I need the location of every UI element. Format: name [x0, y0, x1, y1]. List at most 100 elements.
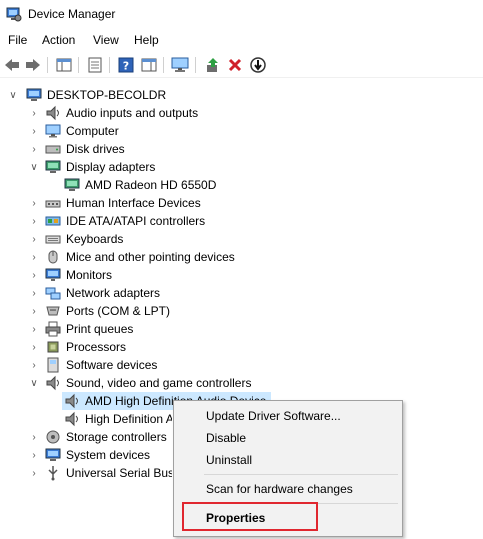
expand-chevron-icon[interactable]: ›: [29, 194, 39, 212]
tree-item-computer[interactable]: › Computer: [0, 122, 483, 140]
ide-controller-icon: [45, 216, 61, 226]
menu-item-scan-hardware[interactable]: Scan for hardware changes: [206, 482, 353, 496]
toolbar-separator: [47, 57, 48, 73]
menu-separator: [204, 474, 398, 475]
toolbar-separator: [78, 57, 79, 73]
device-manager-icon: [6, 7, 22, 22]
expand-chevron-icon[interactable]: ›: [29, 356, 39, 374]
menu-view[interactable]: View: [93, 33, 119, 47]
expand-chevron-icon[interactable]: ›: [29, 248, 39, 266]
tree-item-audio-inputs[interactable]: › Audio inputs and outputs: [0, 104, 483, 122]
collapse-chevron-icon[interactable]: ∨: [29, 374, 39, 392]
tree-item-label: Network adapters: [66, 286, 161, 300]
keyboard-icon: [45, 235, 61, 244]
tree-root[interactable]: ∨ DESKTOP-BECOLDR: [0, 86, 483, 104]
update-driver-icon: [207, 58, 218, 72]
red-x-icon: [228, 58, 242, 72]
menu-help[interactable]: Help: [134, 33, 159, 47]
tree-item-amd-radeon[interactable]: AMD Radeon HD 6550D: [0, 176, 483, 194]
svg-text:?: ?: [123, 60, 129, 73]
tree-item-storage-controllers[interactable]: › Storage controllers: [0, 428, 172, 446]
tree-item-label: Sound, video and game controllers: [66, 376, 252, 390]
expand-chevron-icon[interactable]: ›: [29, 320, 39, 338]
menu-item-update-driver[interactable]: Update Driver Software...: [206, 409, 341, 423]
tree-item-monitors[interactable]: › Monitors: [0, 266, 483, 284]
tree-item-keyboards[interactable]: › Keyboards: [0, 230, 483, 248]
mouse-icon: [48, 250, 58, 264]
menu-item-properties[interactable]: Properties: [206, 511, 265, 525]
expand-chevron-icon[interactable]: ›: [29, 104, 39, 122]
menu-file[interactable]: File: [8, 33, 27, 47]
tree-item-sound-video[interactable]: ∨ Sound, video and game controllers: [0, 374, 483, 392]
properties-toolbar-button[interactable]: [85, 55, 105, 75]
collapse-chevron-icon[interactable]: ∨: [8, 86, 18, 104]
computer-icon: [26, 88, 42, 101]
toolbar-separator: [109, 57, 110, 73]
back-button[interactable]: [2, 55, 22, 75]
speaker-icon: [65, 411, 78, 427]
usb-icon: [48, 466, 58, 481]
expand-chevron-icon[interactable]: ›: [29, 230, 39, 248]
monitor-scan-icon: [171, 57, 189, 72]
tree-item-display-adapters[interactable]: ∨ Display adapters: [0, 158, 483, 176]
toolbar-separator: [195, 57, 196, 73]
down-arrow-circle-icon: [250, 57, 266, 73]
expand-chevron-icon[interactable]: ›: [29, 338, 39, 356]
port-icon: [46, 306, 60, 316]
tree-item-label: Ports (COM & LPT): [66, 304, 171, 318]
storage-controller-icon: [46, 430, 60, 444]
tree-item-mice[interactable]: › Mice and other pointing devices: [0, 248, 483, 266]
expand-chevron-icon[interactable]: ›: [29, 212, 39, 230]
expand-chevron-icon[interactable]: ›: [29, 122, 39, 140]
expand-chevron-icon[interactable]: ›: [29, 302, 39, 320]
menu-action[interactable]: Action: [42, 33, 75, 47]
tree-item-label: AMD Radeon HD 6550D: [85, 178, 217, 192]
hid-icon: [45, 200, 61, 208]
tree-item-hd-audio[interactable]: High Definition A: [0, 410, 172, 428]
monitor-icon: [45, 268, 61, 281]
action-pane-button[interactable]: [139, 55, 159, 75]
help-button[interactable]: ?: [116, 55, 136, 75]
menu-item-uninstall[interactable]: Uninstall: [206, 453, 252, 467]
tree-item-usb-controllers[interactable]: › Universal Serial Bus: [0, 464, 172, 482]
action-pane-icon: [141, 58, 157, 72]
tree-item-label: System devices: [66, 448, 151, 462]
update-driver-button[interactable]: [203, 55, 223, 75]
expand-chevron-icon[interactable]: ›: [29, 428, 39, 446]
tree-item-label: IDE ATA/ATAPI controllers: [66, 214, 206, 228]
tree-item-system-devices[interactable]: › System devices: [0, 446, 172, 464]
window-title: Device Manager: [28, 7, 116, 21]
forward-button[interactable]: [23, 55, 43, 75]
back-arrow-icon: [5, 59, 19, 71]
speaker-icon: [46, 375, 59, 391]
tree-item-ide-ata[interactable]: › IDE ATA/ATAPI controllers: [0, 212, 483, 230]
network-adapter-icon: [45, 287, 61, 300]
tree-item-print-queues[interactable]: › Print queues: [0, 320, 483, 338]
properties-sheet-icon: [88, 57, 102, 73]
expand-chevron-icon[interactable]: ›: [29, 464, 39, 482]
disable-device-button[interactable]: [248, 55, 268, 75]
tree-item-label: Monitors: [66, 268, 113, 282]
tree-item-label: Display adapters: [66, 160, 156, 174]
uninstall-device-button[interactable]: [225, 55, 245, 75]
expand-chevron-icon[interactable]: ›: [29, 140, 39, 158]
collapse-chevron-icon[interactable]: ∨: [29, 158, 39, 176]
system-device-icon: [45, 448, 61, 461]
tree-item-hid[interactable]: › Human Interface Devices: [0, 194, 483, 212]
monitor-icon: [45, 124, 61, 138]
expand-chevron-icon[interactable]: ›: [29, 266, 39, 284]
menu-item-disable[interactable]: Disable: [206, 431, 246, 445]
tree-item-software-devices[interactable]: › Software devices: [0, 356, 483, 374]
software-device-icon: [47, 357, 59, 373]
disk-drive-icon: [45, 145, 61, 154]
expand-chevron-icon[interactable]: ›: [29, 284, 39, 302]
tree-item-network-adapters[interactable]: › Network adapters: [0, 284, 483, 302]
processor-icon: [47, 341, 59, 353]
tree-item-ports[interactable]: › Ports (COM & LPT): [0, 302, 483, 320]
show-hide-console-tree-button[interactable]: [54, 55, 74, 75]
tree-item-disk-drives[interactable]: › Disk drives: [0, 140, 483, 158]
tree-item-processors[interactable]: › Processors: [0, 338, 483, 356]
expand-chevron-icon[interactable]: ›: [29, 446, 39, 464]
printer-icon: [45, 321, 61, 337]
scan-hardware-button[interactable]: [170, 55, 190, 75]
